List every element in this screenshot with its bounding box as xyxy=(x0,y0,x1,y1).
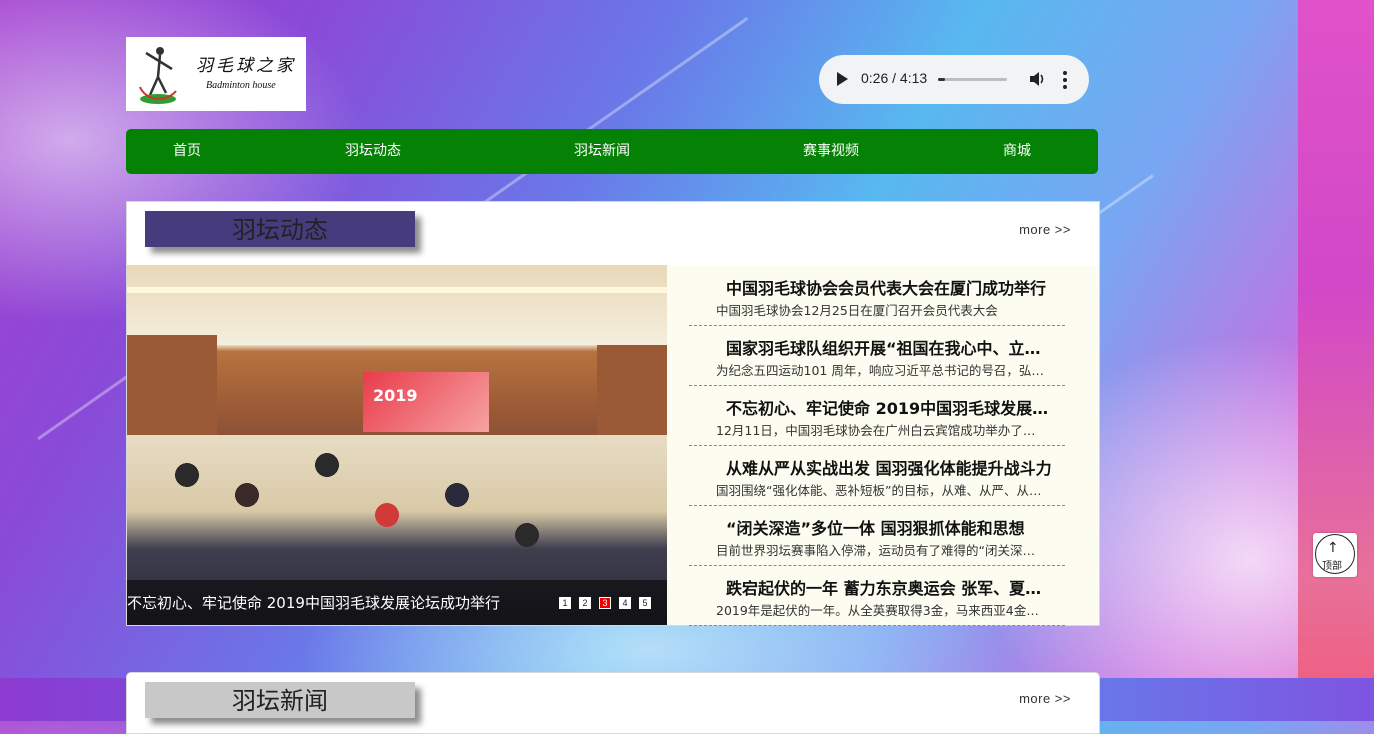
news-summary: 中国羽毛球协会12月25日在厦门召开会员代表大会 xyxy=(716,303,998,318)
badminton-player-icon xyxy=(139,47,177,104)
slide-screen-text: 2019 xyxy=(373,386,418,405)
carousel-caption-bar: 不忘初心、牢记使命 2019中国羽毛球发展论坛成功举行 1 2 3 4 5 xyxy=(127,580,667,625)
news-summary: 国羽围绕“强化体能、恶补短板”的目标，从难、从严、从实战出发 xyxy=(716,483,1046,498)
nav-item-home[interactable]: 首页 xyxy=(173,129,201,174)
logo-title-en: Badminton house xyxy=(206,80,276,91)
back-to-top-label: 顶部 xyxy=(1322,561,1342,572)
section-title: 羽坛新闻 xyxy=(145,682,415,718)
section-news: 羽坛新闻 more >> xyxy=(126,672,1100,734)
nav-item-shop[interactable]: 商城 xyxy=(1003,129,1031,174)
carousel-dot-3[interactable]: 3 xyxy=(599,597,611,609)
carousel-dot-4[interactable]: 4 xyxy=(619,597,631,609)
news-summary: 12月11日，中国羽毛球协会在广州白云宾馆成功举办了以“不忘初心”为主题的论坛 xyxy=(716,423,1046,438)
audio-seek-slider[interactable] xyxy=(938,78,1007,81)
news-item[interactable]: 跌宕起伏的一年 蓄力东京奥运会 张军、夏煊泽总结2019 2019年是起伏的一年… xyxy=(689,565,1065,626)
nav-item-news[interactable]: 羽坛新闻 xyxy=(574,129,630,174)
carousel-dot-5[interactable]: 5 xyxy=(639,597,651,609)
news-title[interactable]: 从难从严从实战出发 国羽强化体能提升战斗力 xyxy=(726,455,1056,479)
slide-ceiling xyxy=(127,265,667,345)
more-link[interactable]: more >> xyxy=(1019,691,1071,706)
carousel-caption: 不忘初心、牢记使命 2019中国羽毛球发展论坛成功举行 xyxy=(127,594,500,612)
news-title[interactable]: 跌宕起伏的一年 蓄力东京奥运会 张军、夏煊泽总结2019 xyxy=(726,575,1056,599)
site-logo[interactable]: 羽毛球之家 Badminton house xyxy=(126,37,306,111)
audio-seek-fill xyxy=(938,78,945,81)
more-link[interactable]: more >> xyxy=(1019,222,1071,237)
news-title[interactable]: 中国羽毛球协会会员代表大会在厦门成功举行 xyxy=(726,275,1056,299)
news-summary: 目前世界羽坛赛事陷入停滞，运动员有了难得的“闭关深造”时间 xyxy=(716,543,1046,558)
volume-icon[interactable] xyxy=(1028,70,1046,88)
news-item[interactable]: 中国羽毛球协会会员代表大会在厦门成功举行 中国羽毛球协会12月25日在厦门召开会… xyxy=(689,265,1065,326)
arrow-up-icon: ↑ xyxy=(1327,540,1339,556)
audio-time: 0:26 / 4:13 xyxy=(861,70,928,86)
carousel-pagination: 1 2 3 4 5 xyxy=(559,597,659,609)
news-summary: 为纪念五四运动101 周年，响应习近平总书记的号召，弘扬五四精神 xyxy=(716,363,1046,378)
main-nav: 首页 羽坛动态 羽坛新闻 赛事视频 商城 xyxy=(126,129,1098,174)
carousel-dot-1[interactable]: 1 xyxy=(559,597,571,609)
carousel-dot-2[interactable]: 2 xyxy=(579,597,591,609)
news-summary: 2019年是起伏的一年。从全英赛取得3金，马来西亚4金，到苏迪曼杯 xyxy=(716,603,1046,618)
nav-item-dynamics[interactable]: 羽坛动态 xyxy=(345,129,401,174)
nav-item-videos[interactable]: 赛事视频 xyxy=(803,129,859,174)
news-title[interactable]: 国家羽毛球队组织开展“祖国在我心中、立志为国争光”主题活动 xyxy=(726,335,1056,359)
slide-lights xyxy=(127,287,667,293)
background-right-strip xyxy=(1298,0,1374,721)
news-title[interactable]: 不忘初心、牢记使命 2019中国羽毛球发展论坛成功举行 xyxy=(726,395,1056,419)
audio-player[interactable]: 0:26 / 4:13 xyxy=(819,55,1089,104)
logo-title-cn: 羽毛球之家 xyxy=(196,56,296,76)
background-streak xyxy=(451,17,749,226)
section-dynamics: 羽坛动态 more >> 2019 不忘初心、牢记使命 2019中国羽毛球发展论… xyxy=(126,201,1100,626)
news-item[interactable]: 国家羽毛球队组织开展“祖国在我心中、立志为国争光”主题活动 为纪念五四运动101… xyxy=(689,325,1065,386)
news-item[interactable]: “闭关深造”多位一体 国羽狠抓体能和思想 目前世界羽坛赛事陷入停滞，运动员有了难… xyxy=(689,505,1065,566)
news-list: 中国羽毛球协会会员代表大会在厦门成功举行 中国羽毛球协会12月25日在厦门召开会… xyxy=(667,265,1099,626)
slide-projection-screen: 2019 xyxy=(363,372,489,432)
news-item[interactable]: 不忘初心、牢记使命 2019中国羽毛球发展论坛成功举行 12月11日，中国羽毛球… xyxy=(689,385,1065,446)
news-item[interactable]: 从难从严从实战出发 国羽强化体能提升战斗力 国羽围绕“强化体能、恶补短板”的目标… xyxy=(689,445,1065,506)
play-icon[interactable] xyxy=(837,72,848,86)
more-options-icon[interactable] xyxy=(1063,71,1067,89)
news-title[interactable]: “闭关深造”多位一体 国羽狠抓体能和思想 xyxy=(726,515,1056,539)
back-to-top-button[interactable]: ↑ 顶部 xyxy=(1313,533,1357,577)
image-carousel[interactable]: 2019 不忘初心、牢记使命 2019中国羽毛球发展论坛成功举行 1 2 3 4… xyxy=(127,265,667,625)
section-title: 羽坛动态 xyxy=(145,211,415,247)
